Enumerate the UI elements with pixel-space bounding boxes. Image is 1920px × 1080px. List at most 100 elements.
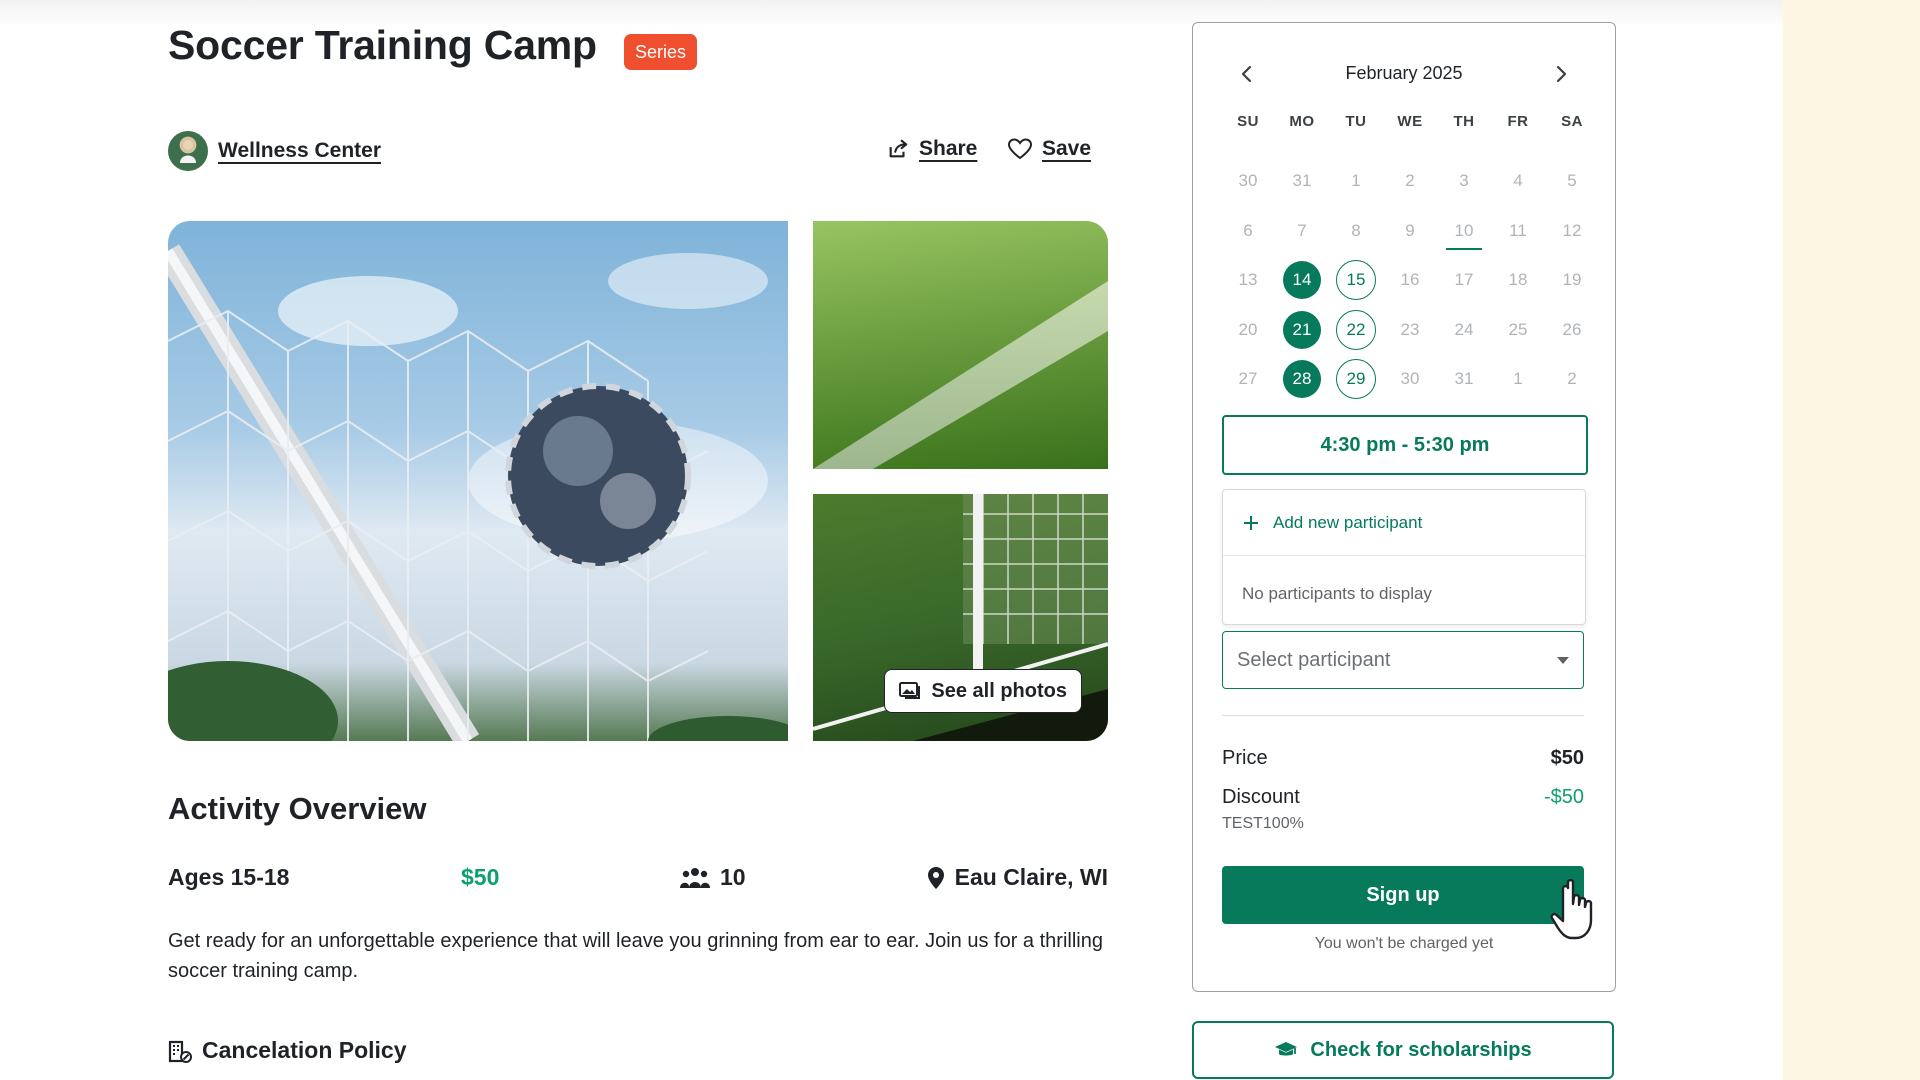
share-button[interactable]: Share — [887, 137, 977, 161]
price-fact: $50 — [461, 864, 499, 891]
calendar-day-selected[interactable]: 14 — [1275, 256, 1329, 306]
calendar-day-number: 7 — [1297, 220, 1307, 240]
calendar-day-number: 17 — [1454, 270, 1474, 290]
next-month-button[interactable] — [1547, 59, 1577, 89]
calendar-day-number: 13 — [1238, 270, 1258, 290]
map-pin-icon — [927, 866, 944, 889]
calendar-day-number: 21 — [1283, 310, 1321, 349]
discount-value: -$50 — [1543, 786, 1584, 808]
calendar-day: 30 — [1221, 157, 1275, 207]
calendar-day-number: 12 — [1562, 220, 1582, 240]
calendar-day-number: 8 — [1351, 220, 1361, 240]
add-new-participant-option[interactable]: Add new participant — [1223, 490, 1585, 556]
price-value: $50 — [1550, 747, 1584, 769]
select-participant-dropdown[interactable]: Select participant — [1222, 631, 1584, 689]
grass-field-illustration — [813, 221, 1108, 469]
calendar-day: 31 — [1275, 157, 1329, 207]
calendar-day: 20 — [1221, 305, 1275, 355]
capacity-text: 10 — [720, 864, 746, 890]
calendar-day-number: 22 — [1336, 309, 1376, 350]
calendar-day-available[interactable]: 22 — [1329, 305, 1383, 355]
calendar-day: 7 — [1275, 206, 1329, 256]
calendar-day-number: 23 — [1400, 319, 1420, 339]
building-policy-icon — [168, 1040, 192, 1063]
calendar-day-number: 24 — [1454, 319, 1474, 339]
booking-card: February 2025 SU MO TU WE TH FR SA 30 31 1 2 3 4 5 6 7 8… — [1192, 22, 1616, 992]
calendar-day: 30 — [1383, 355, 1437, 405]
chevron-right-icon — [1556, 65, 1567, 83]
organizer-name[interactable]: Wellness Center — [218, 139, 381, 163]
calendar-day: 2 — [1383, 157, 1437, 207]
check-scholarships-button[interactable]: Check for scholarships — [1192, 1021, 1614, 1079]
calendar-day: 23 — [1383, 305, 1437, 355]
photo-grass-sideline[interactable] — [813, 221, 1108, 469]
calendar-grid: SU MO TU WE TH FR SA 30 31 1 2 3 4 5 6 7 8 9 10 11 12 13 14 15 1… — [1221, 107, 1599, 404]
calendar-day-number: 26 — [1562, 319, 1582, 339]
caret-down-icon — [1557, 657, 1569, 664]
weekday-header: SU — [1237, 113, 1259, 130]
location-text: Eau Claire, WI — [954, 864, 1108, 890]
activity-facts: Ages 15-18 $50 10 Eau Claire, WI — [168, 864, 1108, 894]
main-photo-soccer-ball-in-net[interactable] — [168, 221, 788, 741]
save-button[interactable]: Save — [1008, 137, 1091, 161]
cancelation-policy-label: Cancelation Policy — [202, 1037, 407, 1063]
weekday-header: WE — [1397, 113, 1423, 130]
calendar-day-number: 11 — [1509, 220, 1527, 240]
calendar-day: 4 — [1491, 157, 1545, 207]
calendar-day-number: 20 — [1238, 319, 1258, 339]
calendar-day-available[interactable]: 29 — [1329, 355, 1383, 405]
calendar-day-number: 31 — [1292, 171, 1312, 191]
calendar-day: 24 — [1437, 305, 1491, 355]
calendar-day: 8 — [1329, 206, 1383, 256]
graduation-cap-icon — [1275, 1042, 1298, 1056]
ages-fact: Ages 15-18 — [168, 864, 289, 891]
time-slot-label: 4:30 pm - 5:30 pm — [1320, 433, 1490, 456]
side-panel-background — [1783, 0, 1920, 1080]
calendar-day-number: 1 — [1351, 171, 1361, 191]
share-icon — [889, 139, 908, 158]
calendar-header: February 2025 — [1193, 59, 1615, 89]
activity-description: Get ready for an unforgettable experienc… — [168, 930, 1103, 982]
activity-overview-heading: Activity Overview — [168, 791, 427, 826]
person-icon — [180, 140, 196, 163]
image-gallery-icon — [899, 682, 921, 699]
see-all-photos-button[interactable]: See all photos — [884, 669, 1082, 713]
weekday-header: SA — [1561, 113, 1583, 130]
plus-icon — [1244, 515, 1258, 530]
soccer-net-illustration — [168, 244, 788, 741]
calendar-day-number: 30 — [1400, 369, 1420, 389]
location-fact: Eau Claire, WI — [927, 864, 1108, 891]
time-slot-button[interactable]: 4:30 pm - 5:30 pm — [1222, 415, 1588, 475]
calendar-day-number: 2 — [1405, 171, 1415, 191]
ages-text: Ages 15-18 — [168, 864, 290, 890]
calendar-day-number: 2 — [1567, 369, 1577, 389]
calendar-day: 18 — [1491, 256, 1545, 306]
calendar-day: 12 — [1545, 206, 1599, 256]
calendar-day-number: 25 — [1508, 319, 1528, 339]
calendar-day-number: 15 — [1336, 260, 1376, 301]
sign-up-button[interactable]: Sign up — [1222, 866, 1584, 924]
add-new-participant-label: Add new participant — [1273, 512, 1423, 532]
calendar-day: 5 — [1545, 157, 1599, 207]
calendar-day-number: 19 — [1562, 270, 1582, 290]
organizer-link[interactable]: Wellness Center — [168, 131, 381, 171]
calendar-day-available[interactable]: 15 — [1329, 256, 1383, 306]
hand-pointer-cursor-icon — [1550, 878, 1593, 940]
calendar-day-number: 18 — [1508, 270, 1528, 290]
photo-goal-post[interactable]: See all photos — [813, 494, 1108, 741]
calendar-day-number: 29 — [1336, 359, 1376, 400]
check-scholarships-label: Check for scholarships — [1310, 1038, 1532, 1061]
calendar-day-number: 4 — [1513, 171, 1523, 191]
calendar-day-number: 10 — [1454, 220, 1474, 240]
calendar-day-number: 3 — [1459, 171, 1469, 191]
discount-label: Discount — [1222, 786, 1300, 808]
calendar-day: 3 — [1437, 157, 1491, 207]
calendar-day-selected[interactable]: 21 — [1275, 305, 1329, 355]
calendar-day-number: 9 — [1405, 220, 1415, 240]
select-participant-placeholder: Select participant — [1237, 648, 1391, 671]
page-title: Soccer Training Camp — [168, 22, 597, 68]
calendar-day-number: 30 — [1238, 171, 1258, 191]
calendar-day-selected[interactable]: 28 — [1275, 355, 1329, 405]
group-icon — [680, 867, 710, 888]
calendar-day: 16 — [1383, 256, 1437, 306]
